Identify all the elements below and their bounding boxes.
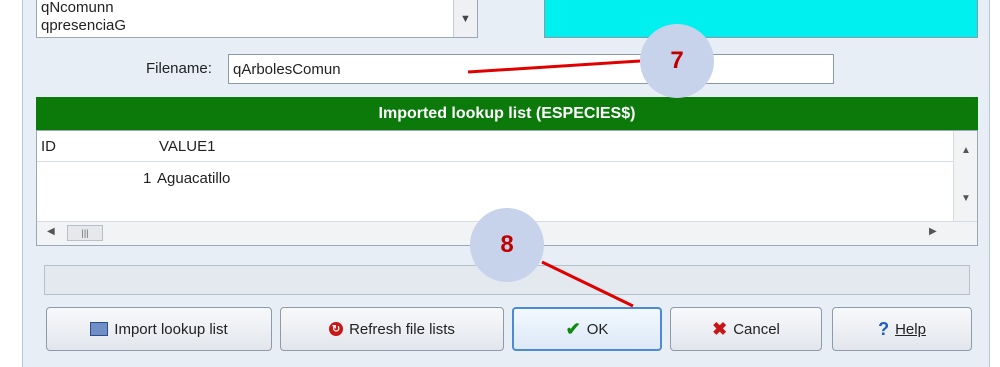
table-icon [90,322,109,336]
import-button-label: Import lookup list [114,320,228,338]
callout-number: 8 [500,231,514,258]
lookup-list-header: Imported lookup list (ESPECIES$) [36,97,978,130]
preview-panel [544,0,978,38]
ok-button-label: OK [586,320,609,338]
help-button-label: Help [895,320,926,338]
scroll-right-icon[interactable]: ▶ [929,226,937,237]
query-list-item[interactable]: qpresenciaG [37,17,477,35]
filename-label: Filename: [146,60,212,77]
cancel-button-label: Cancel [733,320,780,338]
query-listbox[interactable]: qNcomunn qpresenciaG ▼ [36,0,478,38]
cell-value1: Aguacatillo [157,170,231,187]
lookup-list-title: Imported lookup list (ESPECIES$) [378,104,636,122]
import-lookup-list-button[interactable]: Import lookup list [46,307,272,351]
filename-input[interactable] [228,54,834,84]
refresh-icon: ↻ [329,322,344,336]
refresh-button-label: Refresh file lists [349,320,455,338]
left-margin [0,0,22,367]
callout-badge-8: 8 [470,208,544,282]
chevron-down-icon[interactable]: ▼ [460,13,471,25]
cancel-button[interactable]: ✖ Cancel [670,307,822,351]
scroll-down-icon[interactable]: ▼ [954,193,978,204]
scroll-left-icon[interactable]: ◀ [47,226,55,237]
help-button[interactable]: ? Help [832,307,972,351]
scroll-thumb[interactable]: ||| [67,225,103,241]
ok-button[interactable]: ✔ OK [512,307,662,351]
checkmark-icon: ✔ [565,318,581,339]
query-list-scrollbar[interactable]: ▼ [453,0,477,37]
callout-badge-7: 7 [640,24,714,98]
callout-number: 7 [670,47,684,74]
grid-header: ID VALUE1 [37,131,955,162]
scroll-up-icon[interactable]: ▲ [954,145,978,156]
question-icon: ? [878,318,890,339]
column-header-value1[interactable]: VALUE1 [159,138,215,155]
query-list-item[interactable]: qNcomunn [37,0,477,17]
cell-id: 1 [143,170,152,187]
refresh-file-lists-button[interactable]: ↻ Refresh file lists [280,307,504,351]
column-header-id[interactable]: ID [41,138,56,155]
grid-vertical-scrollbar[interactable]: ▲ ▼ [953,131,977,221]
close-icon: ✖ [712,318,728,339]
